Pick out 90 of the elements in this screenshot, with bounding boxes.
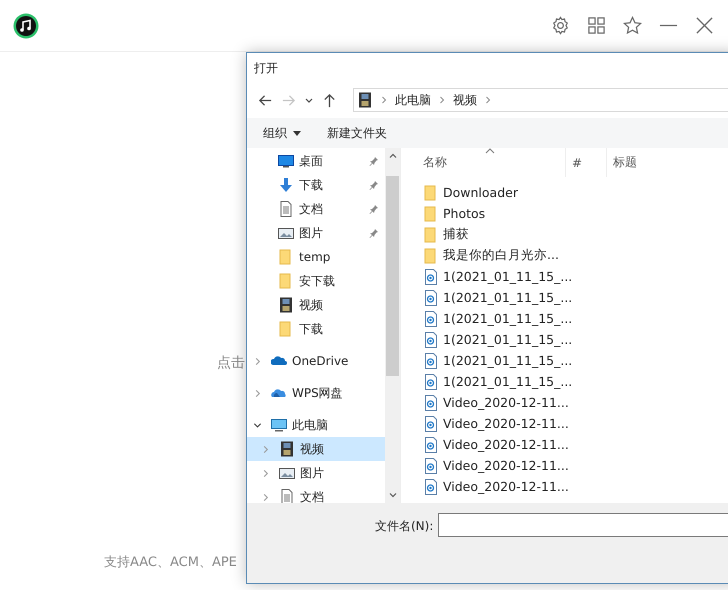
organize-menu-button[interactable]: 组织 [255,120,309,146]
nav-item[interactable]: 视频 [247,293,385,317]
folder-icon [424,184,438,200]
close-icon[interactable] [695,16,714,35]
download-arrow-icon [278,177,294,193]
chevron-right-icon [439,96,445,104]
file-item[interactable]: Video_2020-12-11... [405,413,728,434]
video-file-icon [424,436,438,452]
file-item[interactable]: Video_2020-12-11... [405,434,728,455]
tree-item[interactable]: 此电脑 [247,413,385,437]
file-item[interactable]: 1(2021_01_11_15_... [405,308,728,329]
breadcrumb-item[interactable]: 此电脑 [395,92,431,108]
nav-item[interactable]: 图片 [247,221,385,245]
tree-item[interactable]: 图片 [247,461,385,485]
file-item[interactable]: 1(2021_01_11_15_... [405,371,728,392]
video-file-icon [424,416,438,432]
scroll-down-icon[interactable] [388,490,398,500]
pin-icon[interactable] [369,180,379,190]
chevron-down-icon[interactable] [253,420,262,430]
folder-icon [424,226,438,242]
tree-item[interactable]: OneDrive [247,349,385,373]
nav-item[interactable]: temp [247,245,385,269]
scrollbar[interactable] [385,148,400,503]
file-item[interactable]: 1(2021_01_11_15_... [405,287,728,308]
document-icon [279,489,295,503]
video-file-icon [424,310,438,326]
grid-icon[interactable] [587,16,606,35]
chevron-right-icon[interactable] [261,444,270,454]
document-icon [278,201,294,217]
chevron-right-icon[interactable] [261,468,270,478]
picture-icon [279,465,295,481]
new-folder-button[interactable]: 新建文件夹 [319,120,395,146]
video-file-icon [424,268,438,284]
music-note-logo-icon [13,12,39,38]
file-item[interactable]: 1(2021_01_11_15_... [405,350,728,371]
column-header[interactable]: 名称 [405,148,566,177]
chevron-right-icon[interactable] [261,492,270,502]
file-item[interactable]: 1(2021_01_11_15_... [405,329,728,350]
chevron-right-icon [381,96,387,104]
video-file-icon [424,458,438,474]
video-file-icon [424,290,438,306]
picture-icon [278,225,294,241]
film-icon [278,297,294,313]
settings-icon[interactable] [551,16,570,35]
tree-item[interactable]: 视频 [247,437,385,461]
nav-item[interactable]: 安下载 [247,269,385,293]
column-header[interactable]: 标题 [607,148,728,177]
nav-item[interactable]: 文档 [247,197,385,221]
video-file-icon [424,374,438,390]
caret-icon [293,130,301,136]
desktop-icon [278,153,294,169]
video-file-icon [424,394,438,410]
film-icon [279,441,295,457]
dialog-title: 打开 [254,60,278,76]
computer-icon [271,417,287,433]
video-file-icon [424,478,438,494]
pin-icon[interactable] [369,228,379,238]
chevron-right-icon[interactable] [253,356,262,366]
file-item[interactable]: 我是你的白月光亦... [405,245,728,266]
file-item[interactable]: Video_2020-12-11... [405,455,728,476]
video-file-icon [424,352,438,368]
chevron-right-icon[interactable] [253,388,262,398]
nav-item[interactable]: 桌面 [247,149,385,173]
pin-icon[interactable] [369,204,379,214]
star-icon[interactable] [623,16,642,35]
file-item[interactable]: Photos [405,203,728,224]
tree-item[interactable]: WPS网盘 [247,381,385,405]
file-item[interactable]: 1(2021_01_11_15_... [405,266,728,287]
sort-ascending-icon [485,148,495,154]
film-icon [357,92,373,108]
column-header[interactable]: # [566,148,607,177]
nav-item[interactable]: 下载 [247,317,385,341]
address-bar[interactable]: 此电脑 视频 [353,88,728,112]
nav-item[interactable]: 下载 [247,173,385,197]
back-arrow-icon[interactable] [258,92,273,108]
video-file-icon [424,332,438,348]
folder-icon [424,206,438,222]
pin-icon[interactable] [369,156,379,166]
file-item[interactable]: Video_2020-12-11... [405,476,728,497]
add-files-hint: 点击 [217,354,245,372]
breadcrumb-item[interactable]: 视频 [453,92,477,108]
up-arrow-icon[interactable] [322,92,337,108]
file-item[interactable]: 捕获 [405,224,728,245]
file-name-label: 文件名(N): [375,518,434,535]
supported-formats-text: 支持AAC、ACM、APE [104,554,238,571]
chevron-right-icon [485,96,491,104]
file-item[interactable]: Video_2020-12-11... [405,392,728,413]
folder-icon [424,248,438,264]
file-item[interactable]: Downloader [405,182,728,203]
file-name-field[interactable] [438,513,728,537]
